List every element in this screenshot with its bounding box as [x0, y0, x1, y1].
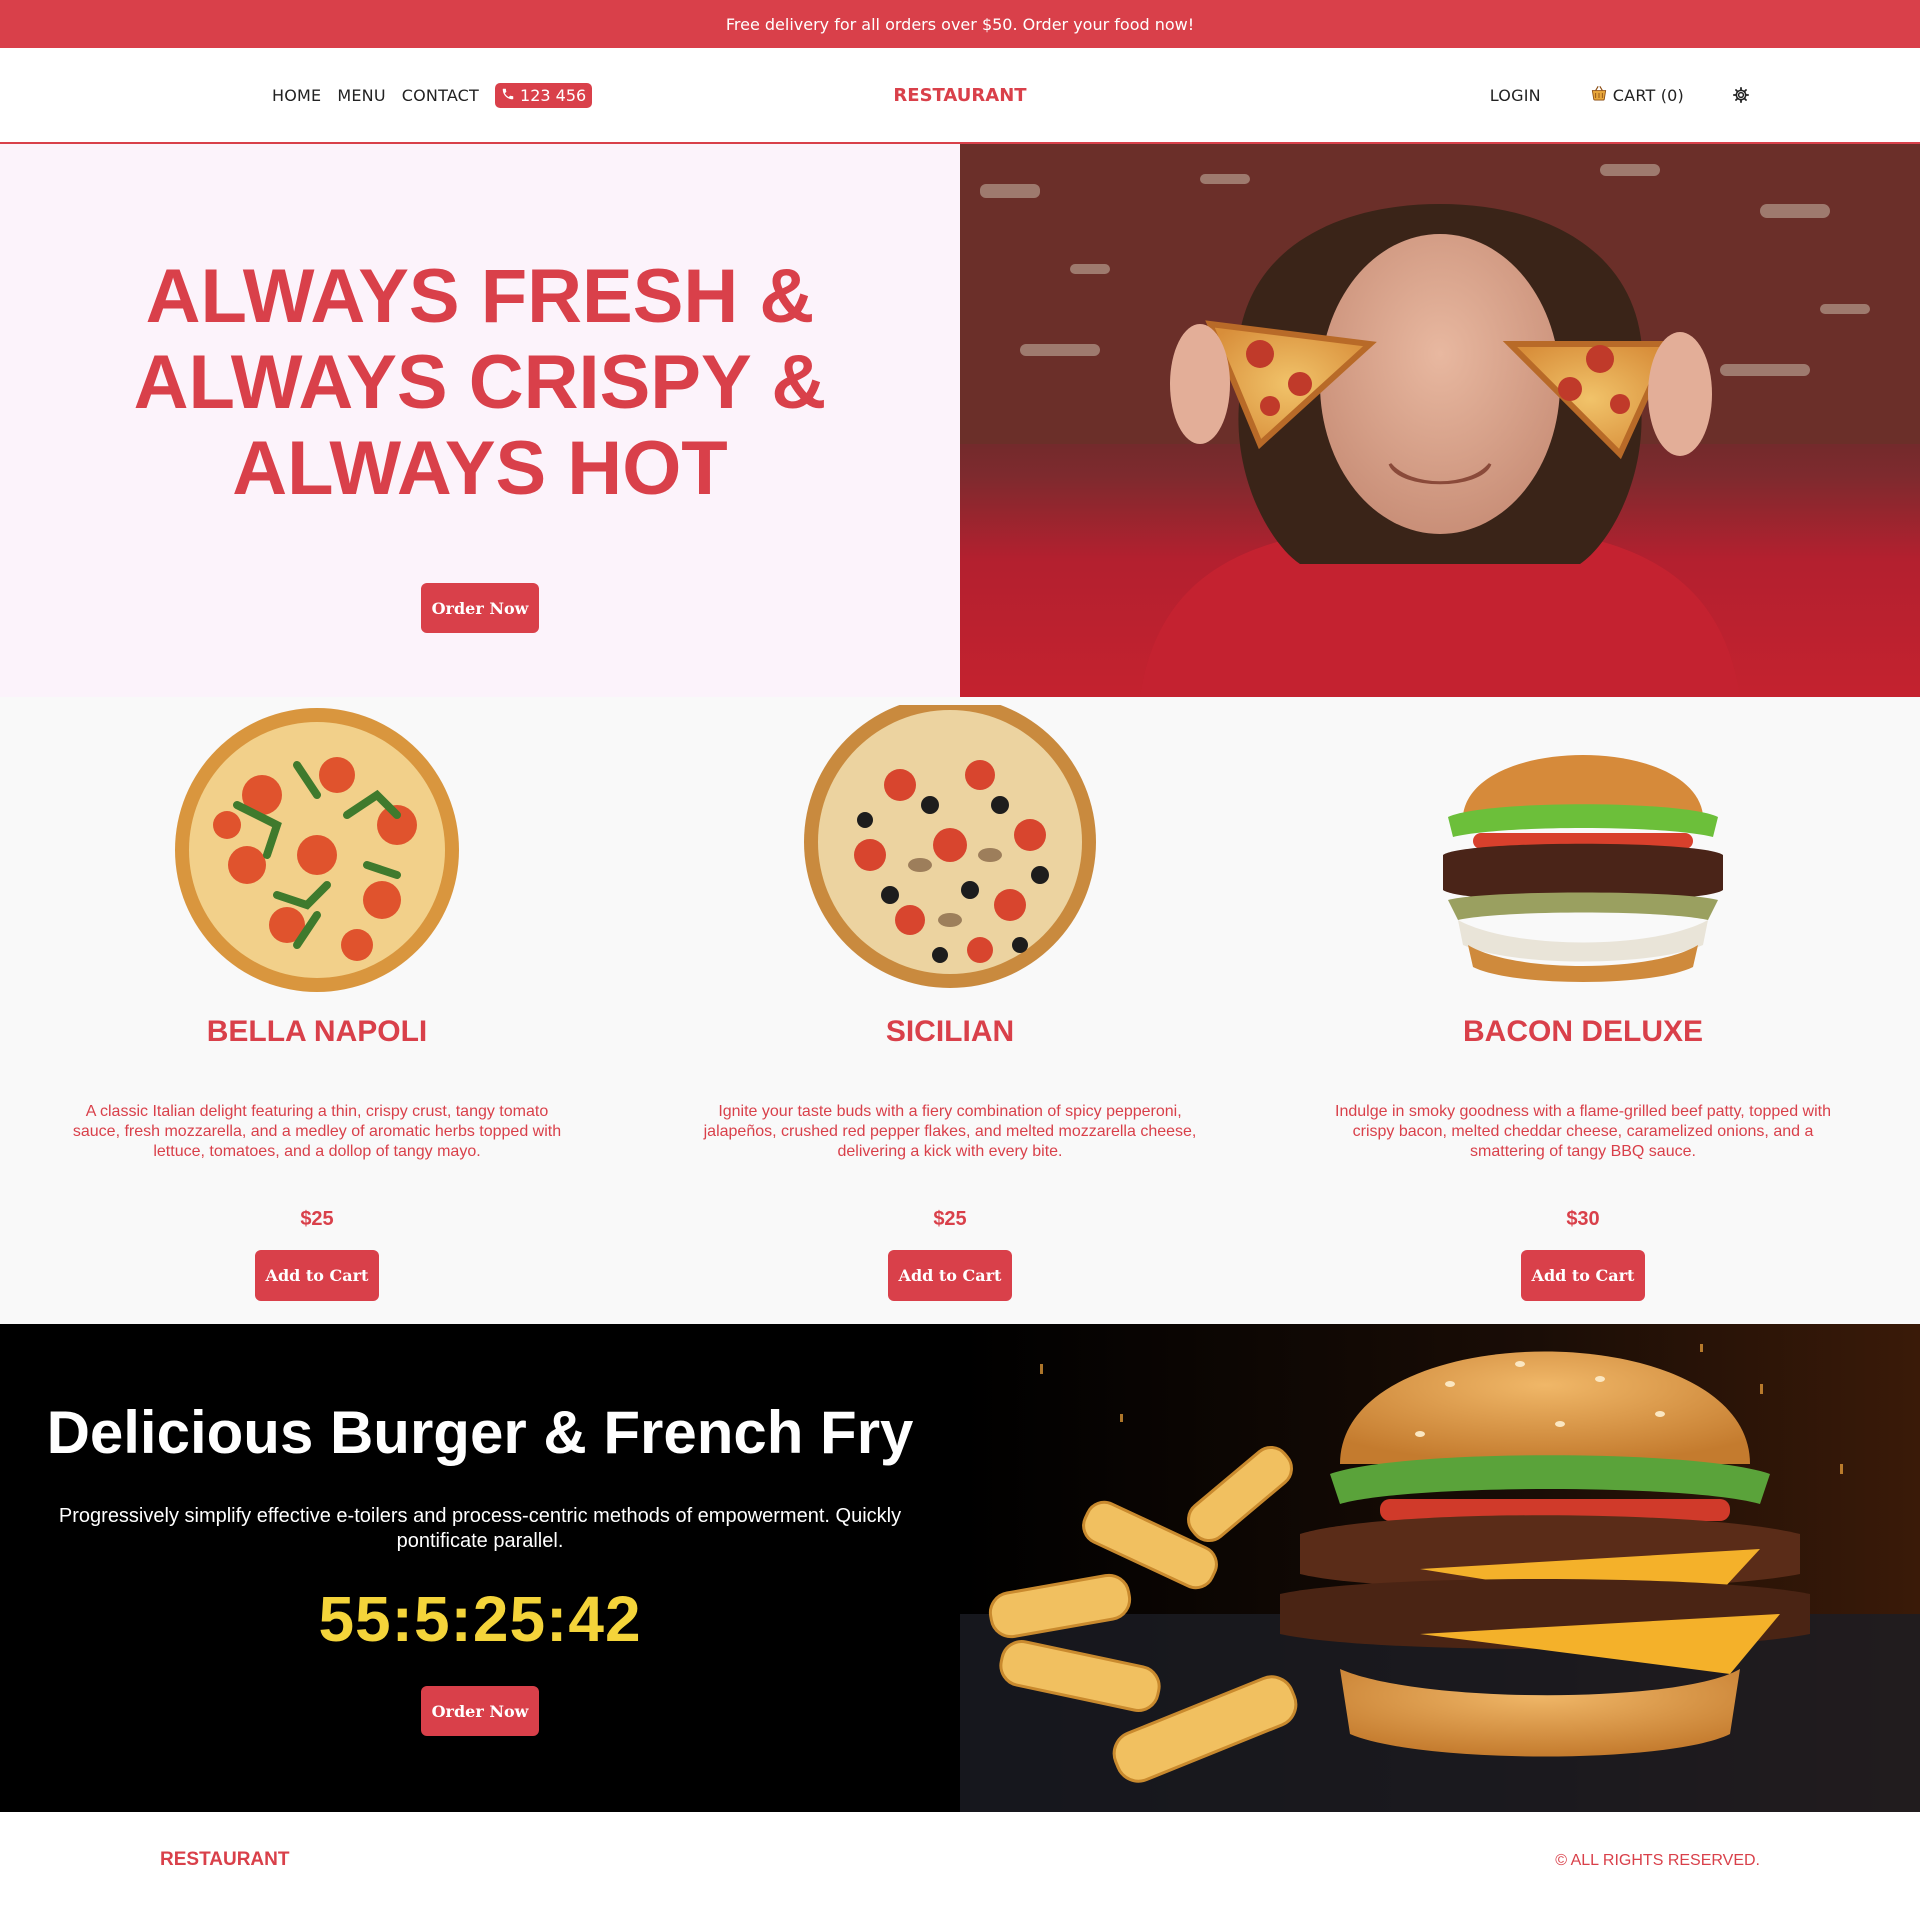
phone-icon [501, 86, 515, 105]
hero-text-panel: ALWAYS FRESH & ALWAYS CRISPY & ALWAYS HO… [0, 144, 960, 697]
product-image [17, 705, 617, 995]
login-link[interactable]: LOGIN [1490, 86, 1541, 105]
product-description: Indulge in smoky goodness with a flame-g… [1335, 1103, 1831, 1160]
product-card: BELLA NAPOLI A classic Italian delight f… [17, 697, 617, 1324]
site-header: HOME MENU CONTACT 123 456 RESTAURANT LOG… [0, 48, 1920, 144]
promo-section: Delicious Burger & French Fry Progressiv… [0, 1324, 1920, 1812]
pizza-icon [175, 708, 459, 992]
hero-section: ALWAYS FRESH & ALWAYS CRISPY & ALWAYS HO… [0, 144, 1920, 697]
product-image [650, 705, 1250, 995]
add-to-cart-button[interactable]: Add to Cart [255, 1250, 379, 1301]
announcement-bar: Free delivery for all orders over $50. O… [0, 0, 1920, 48]
cart-label: CART (0) [1612, 85, 1684, 105]
secondary-nav: LOGIN CART (0) [1490, 48, 1750, 142]
countdown-timer: 55:5:25:42 [318, 1583, 642, 1655]
hero-order-now-button[interactable]: Order Now [421, 583, 539, 633]
nav-menu-link[interactable]: MENU [337, 86, 385, 105]
promo-title: Delicious Burger & French Fry [46, 1399, 914, 1466]
product-name: SICILIAN [885, 1015, 1015, 1048]
hero-title-line: ALWAYS CRISPY & [133, 340, 827, 425]
product-description: A classic Italian delight featuring a th… [72, 1103, 562, 1160]
phone-button[interactable]: 123 456 [495, 82, 593, 108]
product-image [1283, 705, 1883, 995]
hero-title-line: ALWAYS HOT [232, 426, 728, 511]
nav-home-link[interactable]: HOME [272, 86, 321, 105]
pizza-icon [804, 705, 1096, 988]
primary-nav: HOME MENU CONTACT 123 456 [272, 48, 593, 142]
basket-icon [1589, 83, 1609, 107]
product-price: $25 [933, 1208, 967, 1230]
gear-icon[interactable] [1732, 86, 1750, 104]
add-to-cart-button[interactable]: Add to Cart [1521, 1250, 1645, 1301]
person-with-pizza-illustration [960, 144, 1920, 697]
phone-number: 123 456 [520, 85, 587, 105]
nav-contact-link[interactable]: CONTACT [402, 86, 479, 105]
footer-copyright: © ALL RIGHTS RESERVED. [1555, 1852, 1760, 1869]
site-footer: RESTAURANT © ALL RIGHTS RESERVED. [0, 1812, 1920, 1908]
brand-logo-text[interactable]: RESTAURANT [893, 85, 1026, 106]
hero-photo [960, 144, 1920, 697]
cart-button[interactable]: CART (0) [1589, 83, 1684, 107]
burger-icon [1443, 755, 1723, 982]
add-to-cart-button[interactable]: Add to Cart [888, 1250, 1012, 1301]
product-price: $30 [1566, 1208, 1600, 1230]
product-card: SICILIAN Ignite your taste buds with a f… [650, 697, 1250, 1324]
product-price: $25 [300, 1208, 334, 1230]
hero-title-line: ALWAYS FRESH & [145, 254, 815, 339]
promo-order-now-button[interactable]: Order Now [421, 1686, 539, 1736]
product-name: BELLA NAPOLI [206, 1015, 428, 1048]
promo-description: Progressively simplify effective e-toile… [58, 1505, 902, 1552]
hero-title: ALWAYS FRESH & ALWAYS CRISPY & ALWAYS HO… [0, 254, 960, 512]
footer-brand[interactable]: RESTAURANT [160, 1849, 289, 1871]
products-section: BELLA NAPOLI A classic Italian delight f… [0, 697, 1920, 1324]
product-description: Ignite your taste buds with a fiery comb… [703, 1103, 1197, 1160]
product-name: BACON DELUXE [1462, 1015, 1703, 1048]
announcement-text: Free delivery for all orders over $50. O… [725, 14, 1195, 34]
product-card: BACON DELUXE Indulge in smoky goodness w… [1283, 697, 1883, 1324]
